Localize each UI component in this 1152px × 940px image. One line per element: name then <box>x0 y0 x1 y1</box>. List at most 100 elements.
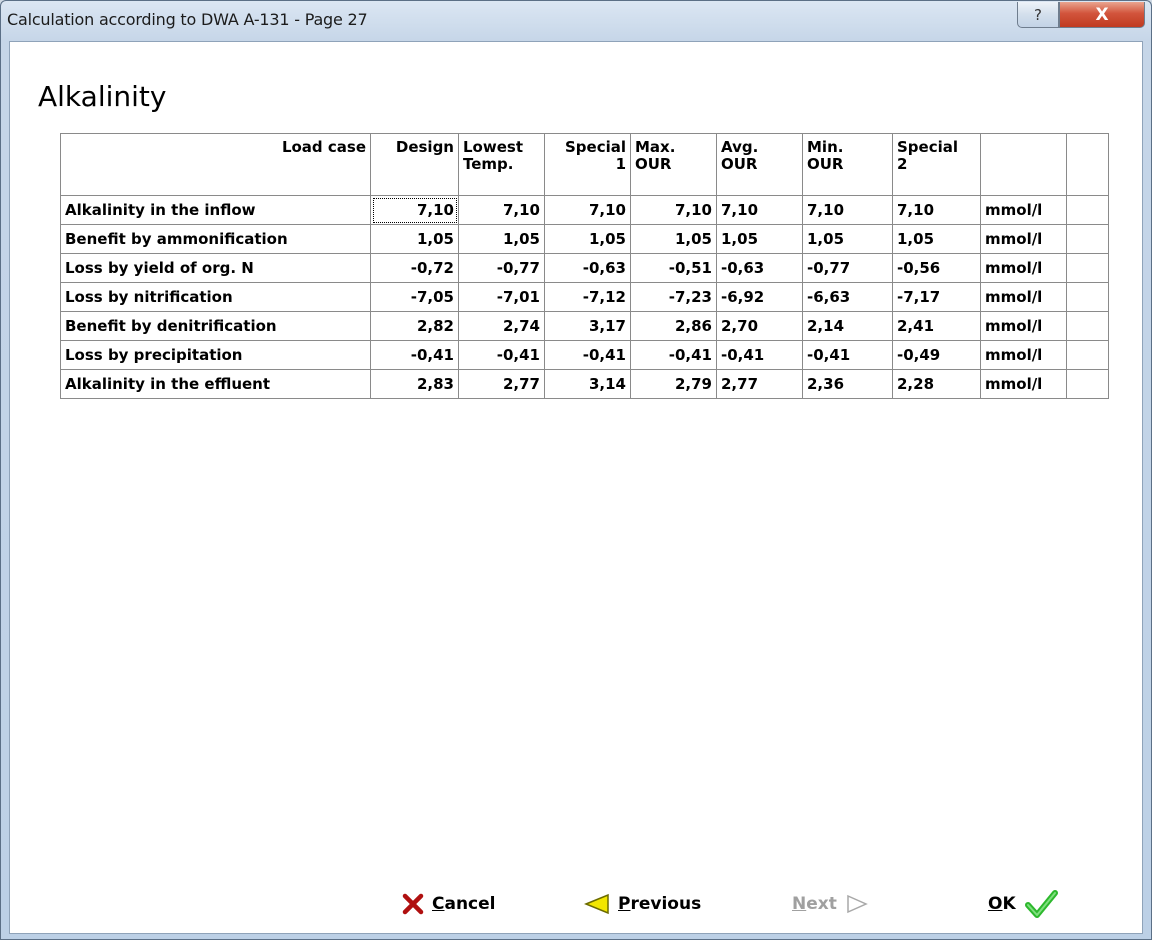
table-row: Loss by nitrification -7,05 -7,01 -7,12 -7,2… <box>60 282 1109 312</box>
header-line: OUR <box>635 155 672 173</box>
row-label: Loss by nitrification <box>60 282 371 312</box>
value-cell[interactable]: -7,05 <box>370 282 459 312</box>
close-icon: X <box>1095 4 1109 25</box>
table-row: Loss by precipitation -0,41 -0,41 -0,41 -0,4… <box>60 340 1109 370</box>
value-cell[interactable]: 7,10 <box>544 195 631 225</box>
row-label: Benefit by denitrification <box>60 311 371 341</box>
value-cell[interactable]: 1,05 <box>892 224 981 254</box>
extra-cell <box>1066 369 1109 399</box>
value-cell[interactable]: 2,82 <box>370 311 459 341</box>
value-cell[interactable]: -7,12 <box>544 282 631 312</box>
value-cell[interactable]: 7,10 <box>716 195 803 225</box>
value-cell[interactable]: 7,10 <box>892 195 981 225</box>
unit-cell: mmol/l <box>980 340 1067 370</box>
value-cell[interactable]: 7,10 <box>802 195 893 225</box>
extra-cell <box>1066 253 1109 283</box>
value-cell[interactable]: -0,51 <box>630 253 717 283</box>
label-rest: ancel <box>444 894 496 914</box>
value-cell[interactable]: -0,63 <box>544 253 631 283</box>
table-row: Alkalinity in the inflow 7,10 7,10 7,10 7,10… <box>60 195 1109 225</box>
value-cell[interactable]: 7,10 <box>370 195 459 225</box>
value-cell[interactable]: 2,79 <box>630 369 717 399</box>
value-cell[interactable]: 3,14 <box>544 369 631 399</box>
value-cell[interactable]: 2,77 <box>716 369 803 399</box>
value-cell[interactable]: -0,72 <box>370 253 459 283</box>
value-cell[interactable]: 1,05 <box>458 224 545 254</box>
red-x-icon <box>402 893 424 915</box>
value-cell[interactable]: 2,86 <box>630 311 717 341</box>
value-cell[interactable]: 2,41 <box>892 311 981 341</box>
extra-cell <box>1066 340 1109 370</box>
page-heading: Alkalinity <box>38 80 167 113</box>
next-button[interactable]: Next <box>792 888 869 920</box>
value-cell[interactable]: -7,17 <box>892 282 981 312</box>
value-cell[interactable]: -0,49 <box>892 340 981 370</box>
header-line: Min. <box>807 138 844 156</box>
value-cell[interactable]: 2,14 <box>802 311 893 341</box>
value-cell[interactable]: 2,28 <box>892 369 981 399</box>
button-bar: Cancel Previous Next OK <box>10 882 1144 926</box>
close-button[interactable]: X <box>1059 2 1145 28</box>
extra-cell <box>1066 195 1109 225</box>
unit-cell: mmol/l <box>980 282 1067 312</box>
dialog-content: Alkalinity Load case Design LowestTemp. <box>9 41 1143 934</box>
value-cell[interactable]: -0,41 <box>802 340 893 370</box>
value-cell[interactable]: -0,63 <box>716 253 803 283</box>
value-cell[interactable]: -0,41 <box>716 340 803 370</box>
value-cell[interactable]: -0,41 <box>370 340 459 370</box>
extra-cell <box>1066 311 1109 341</box>
row-label: Alkalinity in the inflow <box>60 195 371 225</box>
value-cell[interactable]: -0,41 <box>544 340 631 370</box>
value-cell[interactable]: -0,56 <box>892 253 981 283</box>
dialog-window: Calculation according to DWA A-131 - Pag… <box>0 0 1152 940</box>
value-cell[interactable]: 2,77 <box>458 369 545 399</box>
ok-button[interactable]: OK <box>988 888 1058 920</box>
extra-cell <box>1066 282 1109 312</box>
header-column: Special 2 <box>892 133 981 196</box>
accel-key: C <box>432 894 445 914</box>
value-cell[interactable]: 1,05 <box>802 224 893 254</box>
value-cell[interactable]: 2,83 <box>370 369 459 399</box>
value-cell[interactable]: -7,01 <box>458 282 545 312</box>
help-icon: ? <box>1034 5 1042 24</box>
value-cell[interactable]: -0,77 <box>802 253 893 283</box>
header-line: Special <box>564 138 626 156</box>
value-cell[interactable]: -6,63 <box>802 282 893 312</box>
help-button[interactable]: ? <box>1017 2 1059 28</box>
accel-key: P <box>618 894 631 914</box>
value-cell[interactable]: 1,05 <box>630 224 717 254</box>
extra-cell <box>1066 224 1109 254</box>
cancel-button[interactable]: Cancel <box>402 888 496 920</box>
value-cell[interactable]: 2,70 <box>716 311 803 341</box>
value-cell[interactable]: 2,74 <box>458 311 545 341</box>
header-line: 2 <box>897 155 908 173</box>
value-cell[interactable]: -7,23 <box>630 282 717 312</box>
value-cell[interactable]: 1,05 <box>544 224 631 254</box>
value-cell[interactable]: -0,41 <box>630 340 717 370</box>
cancel-label: Cancel <box>432 894 496 914</box>
previous-button[interactable]: Previous <box>584 888 701 920</box>
value-cell[interactable]: 2,36 <box>802 369 893 399</box>
value-cell[interactable]: 1,05 <box>716 224 803 254</box>
header-line: OUR <box>807 155 844 173</box>
unit-cell: mmol/l <box>980 224 1067 254</box>
label-rest: revious <box>630 894 702 914</box>
value-cell[interactable]: 1,05 <box>370 224 459 254</box>
value-cell[interactable]: 7,10 <box>630 195 717 225</box>
header-column: Avg. OUR <box>716 133 803 196</box>
value-cell[interactable]: -6,92 <box>716 282 803 312</box>
table-row: Alkalinity in the effluent 2,83 2,77 3,14 2,… <box>60 369 1109 399</box>
header-line: Temp. <box>463 155 514 173</box>
header-line: Lowest <box>463 138 523 156</box>
header-column: Max. OUR <box>630 133 717 196</box>
row-label: Loss by yield of org. N <box>60 253 371 283</box>
header-line: OUR <box>721 155 758 173</box>
value-cell[interactable]: 3,17 <box>544 311 631 341</box>
row-label: Loss by precipitation <box>60 340 371 370</box>
header-column: Min. OUR <box>802 133 893 196</box>
title-bar[interactable]: Calculation according to DWA A-131 - Pag… <box>1 1 1151 41</box>
value-cell[interactable]: -0,77 <box>458 253 545 283</box>
accel-key: O <box>988 894 1003 914</box>
value-cell[interactable]: -0,41 <box>458 340 545 370</box>
value-cell[interactable]: 7,10 <box>458 195 545 225</box>
